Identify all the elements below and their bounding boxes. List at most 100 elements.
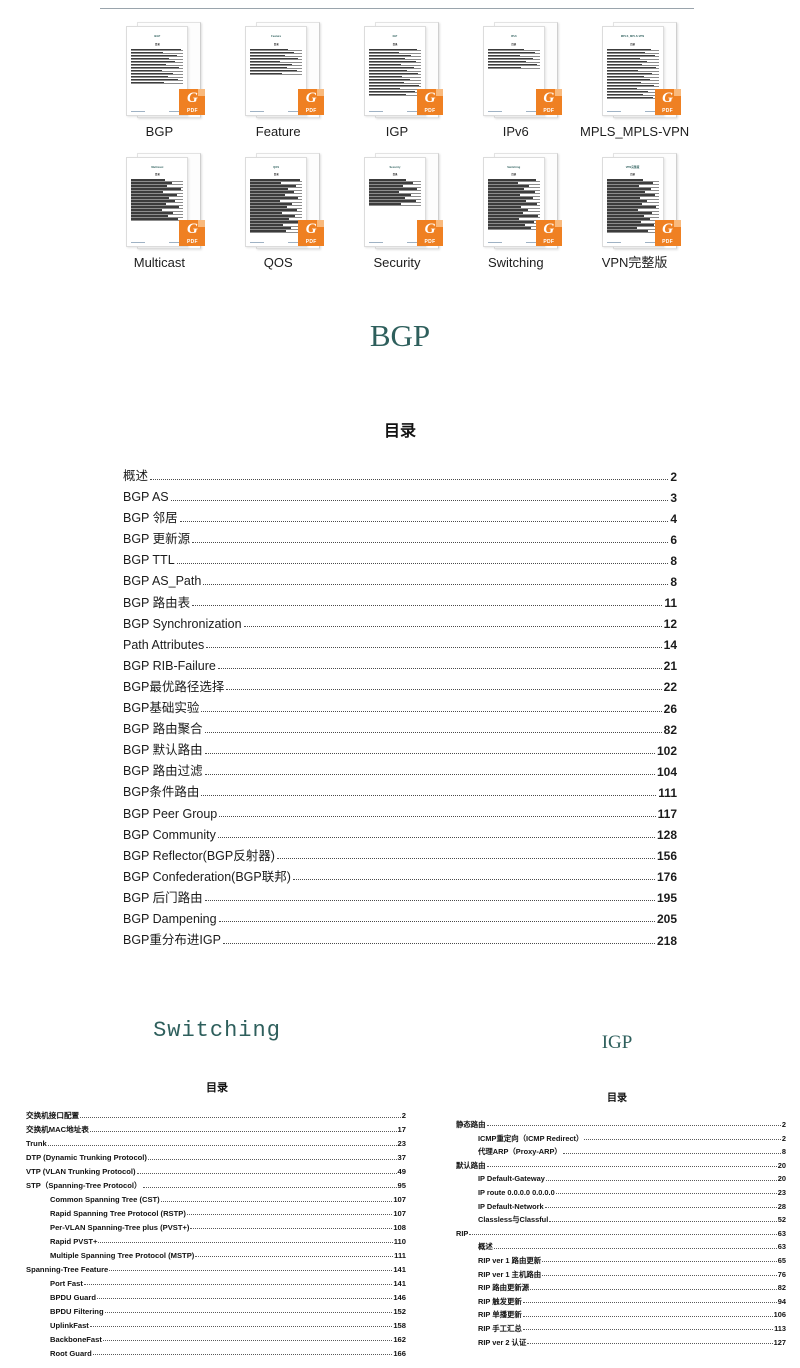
toc-entry-page: 111 [394, 1250, 406, 1260]
thumbnail-item-ipv6[interactable]: IPv6 目录 G PDF IPv6 [456, 9, 575, 140]
toc-entry[interactable]: 概述 2 [123, 470, 677, 483]
thumbnail-item-security[interactable]: Security 目录 G PDF Security [338, 140, 457, 271]
toc-entry[interactable]: BGP 更新源 6 [123, 533, 677, 546]
pdf-badge-label: PDF [543, 238, 555, 245]
toc-entry[interactable]: 概述 63 [456, 1243, 786, 1251]
document-preview-image[interactable]: Switching 目录 G PDF [470, 150, 562, 250]
toc-leader-dots [222, 942, 655, 944]
pdf-badge-glyph: G [543, 90, 555, 106]
toc-leader-dots [204, 773, 655, 775]
document-preview-image[interactable]: BGP 目录 G PDF [113, 19, 206, 119]
thumbnail-item-mpls-mpls-vpn[interactable]: MPLS_MPLS-VPN 目录 G PDF MPLS_MPLS-VPN [575, 9, 694, 140]
toc-leader-dots [203, 583, 669, 585]
toc-entry[interactable]: BGP重分布进IGP 218 [123, 934, 677, 947]
toc-entry[interactable]: 代理ARP（Proxy-ARP） 8 [456, 1148, 786, 1156]
toc-entry[interactable]: BGP 路由聚合 82 [123, 723, 677, 736]
toc-entry[interactable]: BackboneFast 162 [26, 1336, 406, 1344]
toc-entry[interactable]: Rapid Spanning Tree Protocol (RSTP) 107 [26, 1210, 406, 1218]
toc-leader-dots [469, 1234, 777, 1236]
toc-entry[interactable]: Common Spanning Tree (CST) 107 [26, 1196, 406, 1204]
toc-entry[interactable]: STP（Spanning-Tree Protocol） 95 [26, 1182, 406, 1190]
toc-entry[interactable]: 交换机MAC地址表 17 [26, 1126, 406, 1134]
document-preview-image[interactable]: Feature 目录 G PDF [232, 19, 325, 119]
thumbnail-item-multicast[interactable]: Multicast 目录 G PDF Multicast [100, 140, 219, 271]
document-preview-image[interactable]: QOS 目录 G PDF [232, 150, 325, 250]
thumbnail-item-qos[interactable]: QOS 目录 G PDF QOS [219, 140, 338, 271]
toc-entry[interactable]: UplinkFast 158 [26, 1322, 406, 1330]
toc-entry[interactable]: BGP 路由表 11 [123, 597, 677, 610]
toc-entry[interactable]: BGP TTL 8 [123, 554, 677, 567]
toc-entry[interactable]: BGP Synchronization 12 [123, 618, 677, 631]
toc-leader-dots [486, 1125, 781, 1127]
toc-entry[interactable]: BGP最优路径选择 22 [123, 681, 677, 694]
preview-page-footer [250, 111, 303, 112]
toc-entry[interactable]: Classless与Classful 52 [456, 1216, 786, 1224]
toc-entry-title: UplinkFast [50, 1320, 89, 1330]
toc-entry[interactable]: Root Guard 166 [26, 1350, 406, 1358]
toc-entry[interactable]: BGP基础实验 26 [123, 702, 677, 715]
toc-entry[interactable]: Path Attributes 14 [123, 639, 677, 652]
document-preview-image[interactable]: VPN完整版 目录 G PDF [589, 150, 681, 250]
toc-entry-title: 交换机接口配置 [26, 1111, 80, 1120]
toc-entry[interactable]: Trunk 23 [26, 1140, 406, 1148]
toc-entry[interactable]: DTP (Dynamic Trunking Protocol) 37 [26, 1154, 406, 1162]
toc-entry[interactable]: IP route 0.0.0.0 0.0.0.0 23 [456, 1187, 786, 1197]
toc-entry[interactable]: BGP Dampening 205 [123, 913, 677, 926]
toc-entry[interactable]: Per-VLAN Spanning-Tree plus (PVST+) 108 [26, 1224, 406, 1232]
toc-entry[interactable]: BGP RIB-Failure 21 [123, 660, 677, 673]
toc-entry[interactable]: RIP 触发更新 94 [456, 1297, 786, 1305]
toc-entry[interactable]: Port Fast 141 [26, 1280, 406, 1288]
document-preview-image[interactable]: MPLS_MPLS-VPN 目录 G PDF [589, 19, 681, 119]
document-preview-image[interactable]: Security 目录 G PDF [351, 150, 443, 250]
thumbnail-item-feature[interactable]: Feature 目录 G PDF Feature [219, 9, 338, 140]
toc-entry[interactable]: RIP ver 2 认证 127 [456, 1338, 786, 1346]
thumbnail-item-igp[interactable]: IGP 目录 G PDF IGP [338, 9, 457, 140]
toc-entry[interactable]: BGP Reflector(BGP反射器) 156 [123, 850, 677, 863]
thumbnail-label: VPN完整版 [601, 254, 668, 270]
thumbnail-item-switching[interactable]: Switching 目录 G PDF Switching [456, 140, 575, 271]
toc-entry[interactable]: BGP Peer Group 117 [123, 807, 677, 820]
thumbnail-label: Feature [255, 124, 301, 139]
toc-entry-title: IP route 0.0.0.0 0.0.0.0 [478, 1187, 555, 1197]
toc-entry-page: 146 [393, 1292, 406, 1302]
toc-entry[interactable]: 交换机接口配置 2 [26, 1112, 406, 1120]
pdf-badge-label: PDF [662, 238, 674, 245]
thumbnail-label: Security [373, 254, 421, 270]
toc-entry[interactable]: ICMP重定向（ICMP Redirect） 2 [456, 1134, 786, 1142]
toc-entry[interactable]: Multiple Spanning Tree Protocol (MSTP) 11… [26, 1252, 406, 1260]
thumbnail-label: IGP [385, 124, 409, 139]
toc-leader-dots [276, 858, 655, 860]
toc-entry[interactable]: RIP 单播更新 106 [456, 1311, 786, 1319]
toc-entry[interactable]: BPDU Guard 146 [26, 1294, 406, 1302]
document-preview-image[interactable]: Multicast 目录 G PDF [113, 150, 206, 250]
toc-entry[interactable]: RIP ver 1 主机路由 76 [456, 1270, 786, 1278]
toc-entry[interactable]: BGP 路由过滤 104 [123, 765, 677, 778]
bgp-document-page: BGP 目录 概述 2 BGP AS 3 BGP 邻居 4 BGP 更新源 6 BGP TTL 8… [0, 318, 800, 955]
toc-entry[interactable]: BGP AS 3 [123, 491, 677, 504]
toc-entry[interactable]: BGP 后门路由 195 [123, 892, 677, 905]
toc-entry[interactable]: Rapid PVST+ 110 [26, 1238, 406, 1246]
toc-entry[interactable]: BGP Confederation(BGP联邦) 176 [123, 871, 677, 884]
thumbnail-item-vpn[interactable]: VPN完整版 目录 G PDF VPN完整版 [575, 140, 694, 271]
toc-entry[interactable]: BGP 默认路由 102 [123, 744, 677, 757]
toc-entry[interactable]: BGP 邻居 4 [123, 512, 677, 525]
toc-entry[interactable]: RIP 手工汇总 113 [456, 1324, 786, 1332]
toc-entry[interactable]: 默认路由 20 [456, 1161, 786, 1169]
toc-entry[interactable]: RIP ver 1 路由更新 65 [456, 1257, 786, 1265]
document-preview-image[interactable]: IPv6 目录 G PDF [470, 19, 562, 119]
toc-entry[interactable]: BGP AS_Path 8 [123, 575, 677, 588]
thumbnail-item-bgp[interactable]: BGP 目录 G PDF BGP [100, 9, 219, 140]
document-preview-image[interactable]: IGP 目录 G PDF [351, 19, 443, 119]
toc-entry[interactable]: VTP (VLAN Trunking Protocol) 49 [26, 1168, 406, 1176]
toc-entry-page: 82 [777, 1283, 786, 1293]
toc-entry[interactable]: BPDU Filtering 152 [26, 1308, 406, 1316]
toc-entry[interactable]: RIP 63 [456, 1229, 786, 1237]
toc-entry[interactable]: Spanning-Tree Feature 141 [26, 1266, 406, 1274]
toc-entry[interactable]: BGP Community 128 [123, 829, 677, 842]
toc-entry[interactable]: BGP条件路由 111 [123, 786, 677, 799]
preview-toc-lines [606, 48, 659, 99]
toc-entry[interactable]: IP Default-Network 28 [456, 1202, 786, 1210]
toc-entry[interactable]: IP Default-Gateway 20 [456, 1175, 786, 1183]
toc-entry[interactable]: RIP 路由更新源 82 [456, 1283, 786, 1293]
toc-entry[interactable]: 静态路由 2 [456, 1121, 786, 1129]
